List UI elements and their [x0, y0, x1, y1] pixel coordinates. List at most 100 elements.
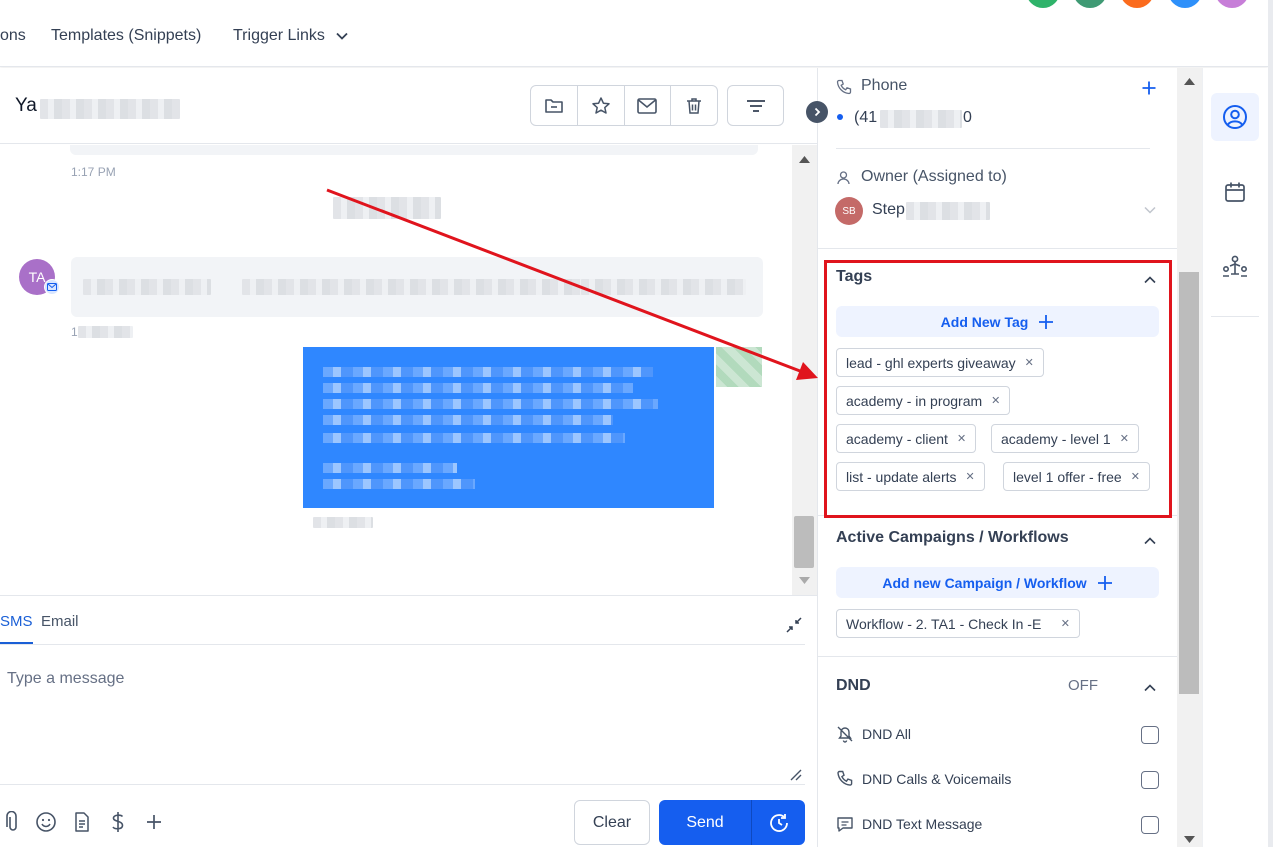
- filter-button[interactable]: [727, 85, 784, 126]
- filter-lines-icon: [746, 99, 765, 112]
- scroll-down-icon[interactable]: [799, 577, 810, 584]
- dnd-all-label: DND All: [862, 726, 912, 742]
- document-icon: [75, 812, 89, 832]
- avatar[interactable]: [1215, 0, 1249, 8]
- redacted-text: [323, 415, 613, 425]
- scroll-up-icon[interactable]: [799, 156, 810, 163]
- avatar-initials: SB: [842, 205, 856, 217]
- collapse-panel-button[interactable]: [806, 101, 828, 123]
- avatar[interactable]: [1120, 0, 1154, 8]
- add-campaign-label: Add new Campaign / Workflow: [882, 574, 1087, 591]
- tag-label: list - update alerts: [846, 468, 957, 485]
- redacted-owner: [906, 202, 990, 220]
- tag-label: level 1 offer - free: [1013, 468, 1122, 485]
- contact-details-tab[interactable]: [1211, 93, 1259, 141]
- clear-button[interactable]: Clear: [574, 800, 650, 845]
- message-timestamp: 1: [71, 325, 78, 339]
- chevron-up-icon[interactable]: [1144, 535, 1156, 547]
- redacted-text: [323, 367, 653, 377]
- tag-chip[interactable]: academy - in program ✕: [836, 386, 1011, 415]
- nav-item-truncated[interactable]: ons: [0, 27, 26, 45]
- campaigns-title: Active Campaigns / Workflows: [836, 529, 1069, 546]
- move-folder-button[interactable]: [531, 86, 578, 125]
- avatar-initials: TA: [28, 269, 46, 285]
- icon-rail: [1202, 68, 1268, 847]
- message-bubble: [70, 145, 758, 155]
- remove-tag-icon[interactable]: ✕: [957, 432, 966, 445]
- remove-tag-icon[interactable]: ✕: [1025, 356, 1034, 369]
- scroll-up-icon[interactable]: [1184, 78, 1195, 85]
- remove-tag-icon[interactable]: ✕: [991, 394, 1000, 407]
- add-phone-icon[interactable]: [1142, 81, 1156, 95]
- chevron-down-icon[interactable]: [336, 32, 348, 40]
- schedule-send-button[interactable]: [751, 800, 805, 845]
- nav-item-trigger-links[interactable]: Trigger Links: [233, 27, 325, 45]
- workflow-icon: [1222, 255, 1247, 277]
- tag-chip[interactable]: lead - ghl experts giveaway ✕: [836, 348, 1044, 377]
- scroll-down-icon[interactable]: [1184, 836, 1195, 843]
- tab-email[interactable]: Email: [41, 613, 79, 630]
- nav-item-templates[interactable]: Templates (Snippets): [51, 27, 201, 45]
- divider: [818, 248, 1177, 249]
- panel-scrollbar[interactable]: [1177, 68, 1202, 847]
- contact-name: Ya: [15, 95, 37, 116]
- bell-off-icon: [837, 726, 853, 743]
- redacted-date-divider: [333, 197, 441, 219]
- divider: [818, 515, 1177, 516]
- owner-name[interactable]: Step: [872, 201, 905, 219]
- phone-number-prefix[interactable]: (41: [854, 109, 877, 127]
- more-button[interactable]: [142, 810, 166, 834]
- message-thread[interactable]: 1:17 PM TA 1: [0, 145, 792, 595]
- appointments-tab[interactable]: [1211, 172, 1259, 212]
- scroll-thumb[interactable]: [794, 516, 814, 568]
- message-composer: SMS Email Clear Send: [0, 595, 817, 847]
- dnd-calls-checkbox[interactable]: [1141, 771, 1159, 789]
- chevron-down-icon[interactable]: [1144, 206, 1156, 214]
- message-scrollbar[interactable]: [792, 145, 817, 595]
- remove-tag-icon[interactable]: ✕: [966, 470, 975, 483]
- message-timestamp: 1:17 PM: [71, 165, 116, 179]
- star-button[interactable]: [578, 86, 625, 125]
- chevron-up-icon[interactable]: [1144, 274, 1156, 286]
- dnd-text-checkbox[interactable]: [1141, 816, 1159, 834]
- dollar-icon: [112, 812, 124, 832]
- avatar[interactable]: [1168, 0, 1202, 8]
- message-icon: [837, 817, 853, 832]
- tag-chip[interactable]: level 1 offer - free ✕: [1003, 462, 1150, 491]
- add-campaign-button[interactable]: Add new Campaign / Workflow: [836, 567, 1159, 598]
- payment-button[interactable]: [106, 810, 130, 834]
- trash-icon: [687, 97, 702, 114]
- add-tag-button[interactable]: Add New Tag: [836, 306, 1159, 337]
- dnd-title: DND: [836, 677, 871, 694]
- avatar[interactable]: [1026, 0, 1060, 8]
- scroll-thumb[interactable]: [1179, 272, 1199, 694]
- send-button[interactable]: Send: [659, 800, 751, 845]
- snippet-button[interactable]: [70, 810, 94, 834]
- redacted-text: [323, 479, 475, 489]
- dnd-all-checkbox[interactable]: [1141, 726, 1159, 744]
- attach-button[interactable]: [0, 810, 24, 834]
- contact-details-panel: Phone (41 0 Owner (Assigned to) SB Step …: [817, 68, 1177, 847]
- remove-tag-icon[interactable]: ✕: [1120, 432, 1129, 445]
- tag-chip[interactable]: academy - level 1 ✕: [991, 424, 1139, 453]
- message-input[interactable]: [0, 645, 805, 785]
- mark-unread-button[interactable]: [625, 86, 672, 125]
- workflow-chip[interactable]: Workflow - 2. TA1 - Check In -E ✕: [836, 609, 1080, 638]
- remove-tag-icon[interactable]: ✕: [1131, 470, 1140, 483]
- collapse-icon[interactable]: [785, 616, 803, 634]
- remove-workflow-icon[interactable]: ✕: [1061, 617, 1070, 630]
- redacted-phone: [880, 110, 962, 128]
- tab-sms[interactable]: SMS: [0, 613, 33, 644]
- resize-handle-icon[interactable]: [789, 768, 803, 782]
- delete-button[interactable]: [671, 86, 717, 125]
- tag-chip[interactable]: list - update alerts ✕: [836, 462, 985, 491]
- redacted-text: [323, 433, 625, 443]
- chevron-up-icon[interactable]: [1144, 682, 1156, 694]
- tag-chip[interactable]: academy - client ✕: [836, 424, 977, 453]
- workflow-label: Workflow - 2. TA1 - Check In -E: [846, 615, 1042, 632]
- avatar[interactable]: [1073, 0, 1107, 8]
- emoji-button[interactable]: [34, 810, 58, 834]
- redacted-text: [323, 463, 457, 473]
- automation-tab[interactable]: [1211, 246, 1259, 286]
- conversation-actions: [530, 85, 718, 126]
